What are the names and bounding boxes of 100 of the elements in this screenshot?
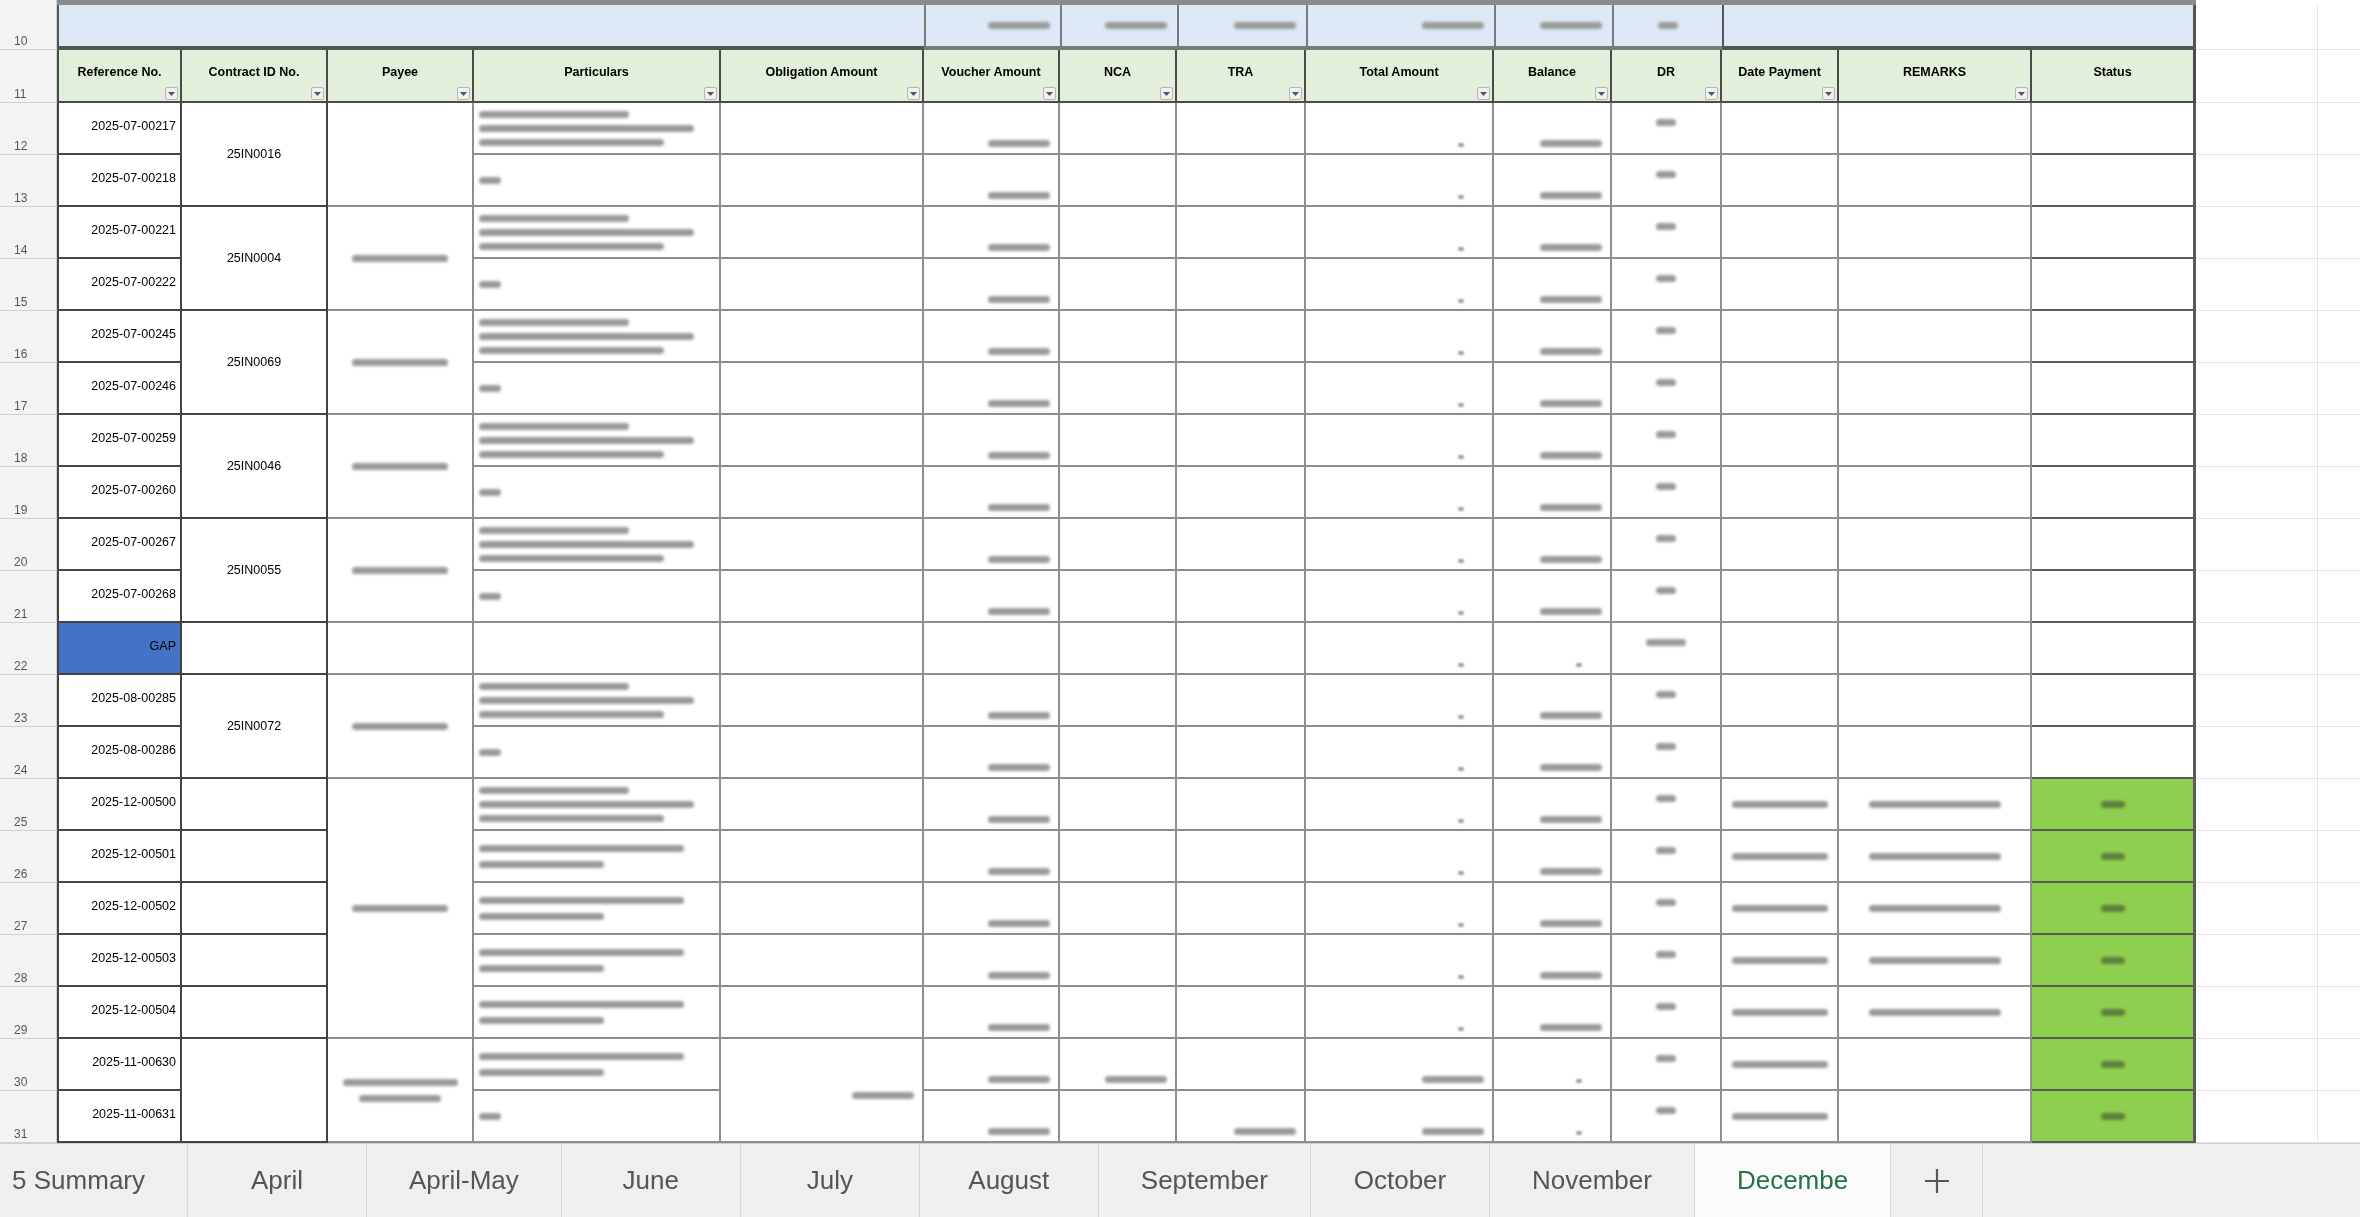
column-title: Reference No. [77,64,162,82]
sheet-tab[interactable]: Decembe [1694,1144,1892,1217]
redacted-text [988,764,1050,771]
table-cell: 2025-12-00503 [57,935,182,987]
filter-button[interactable] [1160,87,1173,100]
caret-down-icon [168,91,175,96]
redacted-text [1540,400,1602,407]
redacted-text [988,452,1050,459]
redacted-text [1576,1131,1582,1135]
redacted-text [1458,455,1464,459]
redacted-text [1540,140,1602,147]
filter-button[interactable] [1705,87,1718,100]
redacted-text [1656,691,1676,698]
redacted-text [1234,1128,1296,1135]
redacted-text [1458,507,1464,511]
table-cell: 25IN0016 [182,103,328,207]
filter-button[interactable] [2015,87,2028,100]
filter-button[interactable] [704,87,717,100]
row-number: 22 [14,660,28,672]
redacted-text [988,504,1050,511]
redacted-text [479,748,501,756]
table-cell: 2025-12-00504 [57,987,182,1039]
redacted-text [1656,847,1676,854]
redacted-text [1458,975,1464,979]
column-title: Balance [1528,64,1576,82]
redacted-text [1576,663,1582,667]
row-number: 23 [14,712,28,724]
redacted-text [988,140,1050,147]
redacted-text [1540,920,1602,927]
redacted-text [479,488,501,496]
redacted-text [852,1091,914,1099]
filter-button[interactable] [1595,87,1608,100]
row-number: 12 [14,140,28,152]
row-number: 27 [14,920,28,932]
caret-down-icon [1292,91,1299,96]
caret-down-icon [910,91,917,96]
redacted-text [1656,431,1676,438]
redacted-text [988,556,1050,563]
redacted-text [988,712,1050,719]
row-number: 28 [14,972,28,984]
redacted-text [2100,956,2125,964]
redacted-text [1422,1076,1484,1083]
column-title: Status [2093,64,2132,82]
filter-button[interactable] [907,87,920,100]
redacted-text [2100,800,2125,808]
redacted-text [1458,403,1464,407]
redacted-text [988,816,1050,823]
column-title: TRA [1227,64,1254,82]
redacted-text [1458,819,1464,823]
table-cell: 2025-07-00217 [57,103,182,155]
table-cell: 2025-07-00245 [57,311,182,363]
redacted-text [988,920,1050,927]
redacted-text [1540,1024,1602,1031]
row-number: 16 [14,348,28,360]
table-cell: 2025-12-00502 [57,883,182,935]
redacted-text [479,592,501,600]
table-cell: GAP [57,623,182,675]
redacted-text [1105,1076,1167,1083]
redacted-text [2100,1112,2125,1120]
table-cell: 2025-07-00221 [57,207,182,259]
row-number: 11 [14,88,27,100]
caret-down-icon [1708,91,1715,96]
filter-button[interactable] [311,87,324,100]
redacted-text [1458,143,1464,147]
filter-button[interactable] [165,87,178,100]
redacted-text [1422,1128,1484,1135]
table-cell: 2025-11-00630 [57,1039,182,1091]
redacted-text [479,384,501,392]
redacted-text [1458,715,1464,719]
redacted-text [988,22,1050,29]
column-title: DR [1656,64,1676,82]
redacted-text [988,868,1050,875]
table-cell: 2025-07-00268 [57,571,182,623]
table-cell: 2025-08-00286 [57,727,182,779]
redacted-text [1540,712,1602,719]
redacted-text [479,280,501,288]
filter-button[interactable] [1043,87,1056,100]
caret-down-icon [707,91,714,96]
redacted-text [1540,868,1602,875]
column-title: Date Payment [1738,64,1821,82]
redacted-text [1656,483,1676,490]
row-number: 18 [14,452,28,464]
redacted-text [1540,972,1602,979]
redacted-text [1646,639,1686,646]
table-cell: 2025-07-00246 [57,363,182,415]
redacted-text [1656,899,1676,906]
redacted-text [1656,1003,1676,1010]
redacted-text [988,244,1050,251]
redacted-text [1458,299,1464,303]
filter-button[interactable] [1477,87,1490,100]
row-number: 17 [14,400,28,412]
caret-down-icon [1163,91,1170,96]
redacted-text [1656,795,1676,802]
filter-button[interactable] [457,87,470,100]
redacted-text [1656,1055,1676,1062]
filter-button[interactable] [1289,87,1302,100]
redacted-text [988,296,1050,303]
redacted-text [1540,192,1602,199]
filter-button[interactable] [1822,87,1835,100]
column-title: Contract ID No. [208,64,300,82]
